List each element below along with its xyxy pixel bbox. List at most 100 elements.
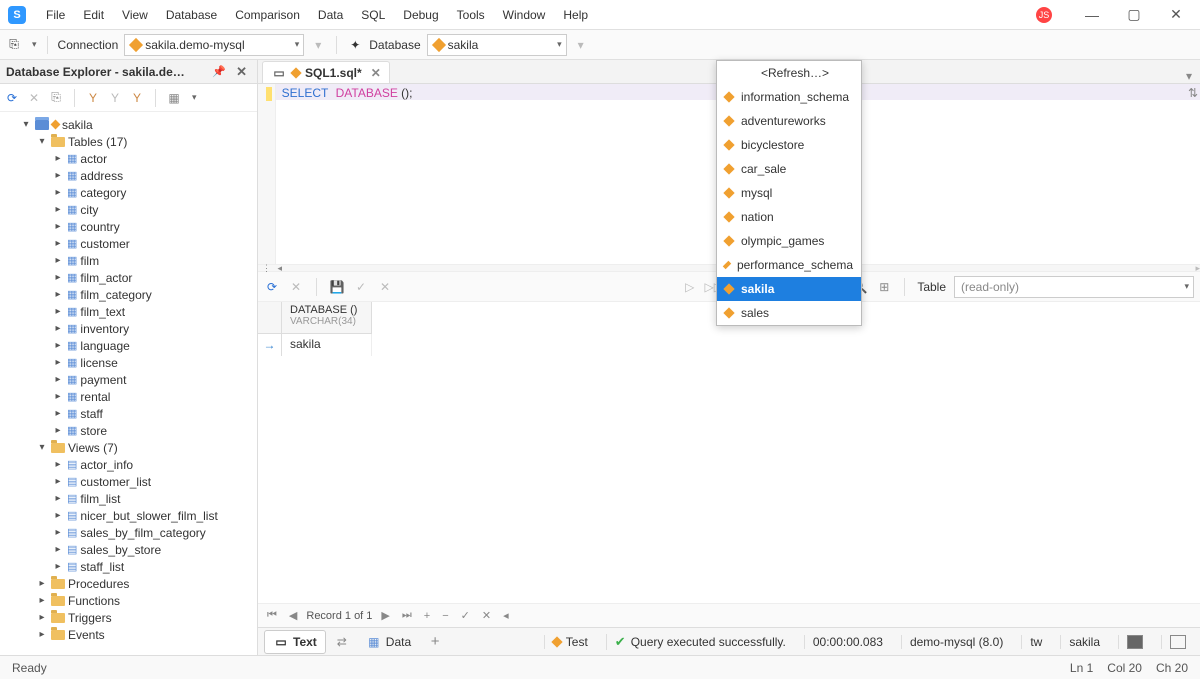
connection-action-icon[interactable]: ▾ [310,37,326,53]
layout-toggle-2[interactable] [1161,635,1194,649]
tree-view-sales_by_film_category[interactable]: ▸▤sales_by_film_category [0,524,257,541]
tree-table-customer[interactable]: ▸▦customer [0,235,257,252]
delete-icon[interactable]: ✕ [26,90,42,106]
reject-icon[interactable]: ✕ [377,279,393,295]
menu-file[interactable]: File [38,4,73,26]
filter-icon[interactable]: Y [85,90,101,106]
tree-table-rental[interactable]: ▸▦rental [0,388,257,405]
tree-table-city[interactable]: ▸▦city [0,201,257,218]
menu-help[interactable]: Help [555,4,596,26]
dropdown-item-adventureworks[interactable]: adventureworks [717,109,861,133]
prev-record-button[interactable]: ◀ [286,609,300,622]
refresh-icon[interactable]: ⟳ [4,90,20,106]
tree-table-film[interactable]: ▸▦film [0,252,257,269]
tree-table-language[interactable]: ▸▦language [0,337,257,354]
tree-view-staff_list[interactable]: ▸▤staff_list [0,558,257,575]
db-tool-icon[interactable]: ✦ [347,37,363,53]
tree-table-payment[interactable]: ▸▦payment [0,371,257,388]
dropdown-item-car_sale[interactable]: car_sale [717,157,861,181]
menu-data[interactable]: Data [310,4,351,26]
dropdown-item-performance_schema[interactable]: performance_schema [717,253,861,277]
tree-table-film_actor[interactable]: ▸▦film_actor [0,269,257,286]
menu-view[interactable]: View [114,4,156,26]
tree-view-film_list[interactable]: ▸▤film_list [0,490,257,507]
next-record-button[interactable]: ▶ [378,609,392,622]
close-button[interactable]: ✕ [1160,3,1192,27]
database-action-icon[interactable]: ▾ [573,37,589,53]
menu-edit[interactable]: Edit [75,4,112,26]
data-tab[interactable]: ▦ Data [358,631,419,653]
layout-dropdown[interactable]: ▾ [192,92,197,103]
tree-table-address[interactable]: ▸▦address [0,167,257,184]
filter3-icon[interactable]: Y [129,90,145,106]
tree-table-store[interactable]: ▸▦store [0,422,257,439]
cell-value[interactable]: sakila [282,334,372,356]
dropdown-item-mysql[interactable]: mysql [717,181,861,205]
text-tab[interactable]: ▭ Text [264,630,326,654]
pin-icon[interactable]: 📌 [212,65,226,78]
database-dropdown[interactable]: <Refresh…>information_schemaadventurewor… [716,60,862,326]
menu-debug[interactable]: Debug [395,4,446,26]
tree-table-actor[interactable]: ▸▦actor [0,150,257,167]
dropdown-item-sales[interactable]: sales [717,301,861,325]
tree-views-folder[interactable]: ▾Views (7) [0,439,257,456]
dropdown-item-nation[interactable]: nation [717,205,861,229]
check-icon[interactable]: ✓ [353,279,369,295]
add-tab-button[interactable]: + [427,634,443,650]
grid-row[interactable]: → sakila [258,334,1200,356]
tree-view-nicer_but_slower_film_list[interactable]: ▸▤nicer_but_slower_film_list [0,507,257,524]
copy-icon[interactable]: ⎘ [48,90,64,106]
close-panel-button[interactable]: ✕ [232,64,251,80]
tree-table-inventory[interactable]: ▸▦inventory [0,320,257,337]
menu-window[interactable]: Window [495,4,554,26]
menu-sql[interactable]: SQL [353,4,393,26]
layout-icon[interactable]: ▦ [166,90,182,106]
cancel-icon[interactable]: ✕ [288,279,304,295]
tree-table-film_text[interactable]: ▸▦film_text [0,303,257,320]
tree-triggers[interactable]: ▸Triggers [0,609,257,626]
link-icon[interactable]: ⊞ [876,279,892,295]
database-combo[interactable]: sakila ▾ [427,34,567,56]
tree-table-license[interactable]: ▸▦license [0,354,257,371]
tree-procedures[interactable]: ▸Procedures [0,575,257,592]
last-record-button[interactable]: ⏭ [399,609,415,622]
tree-events[interactable]: ▸Events [0,626,257,643]
tree-tables-folder[interactable]: ▾Tables (17) [0,133,257,150]
new-sql-icon[interactable]: ⎘ [6,37,22,53]
remove-record-button[interactable]: − [439,610,451,622]
minimize-button[interactable]: — [1076,3,1108,27]
new-sql-dropdown[interactable]: ▾ [32,39,37,50]
tree-view-sales_by_store[interactable]: ▸▤sales_by_store [0,541,257,558]
results-grid[interactable]: DATABASE () VARCHAR(34) → sakila ⏮ ◀ Rec… [258,302,1200,655]
connection-combo[interactable]: sakila.demo-mysql ▾ [124,34,304,56]
layout-toggle[interactable] [1118,635,1151,649]
filter2-icon[interactable]: Y [107,90,123,106]
menu-comparison[interactable]: Comparison [227,4,308,26]
tree-functions[interactable]: ▸Functions [0,592,257,609]
swap-icon[interactable]: ⇄ [334,634,350,650]
rollback-button[interactable]: ✕ [479,609,494,622]
refresh-results-icon[interactable]: ⟳ [264,279,280,295]
explorer-tree[interactable]: ▾ sakila▾Tables (17)▸▦actor▸▦address▸▦ca… [0,112,257,655]
first-record-button[interactable]: ⏮ [264,609,280,622]
dropdown-item-bicyclestore[interactable]: bicyclestore [717,133,861,157]
tree-table-film_category[interactable]: ▸▦film_category [0,286,257,303]
commit-button[interactable]: ✓ [458,609,473,622]
tree-table-category[interactable]: ▸▦category [0,184,257,201]
tab-overflow[interactable]: ▾ [1178,69,1200,83]
tree-view-customer_list[interactable]: ▸▤customer_list [0,473,257,490]
column-header[interactable]: DATABASE () VARCHAR(34) [282,302,372,334]
menu-tools[interactable]: Tools [449,4,493,26]
maximize-button[interactable]: ▢ [1118,3,1150,27]
save-icon[interactable]: 💾 [329,279,345,295]
editor-options-icon[interactable]: ⇅ [1188,86,1198,100]
dropdown-item-sakila[interactable]: sakila [717,277,861,301]
tree-table-staff[interactable]: ▸▦staff [0,405,257,422]
run-icon[interactable]: ▷ [682,279,698,295]
nav-extra[interactable]: ◂ [500,609,512,622]
add-record-button[interactable]: + [421,610,433,622]
sql-tab[interactable]: ▭ SQL1.sql* ✕ [262,61,390,83]
tab-close-button[interactable]: ✕ [371,66,381,80]
tree-database[interactable]: ▾ sakila [0,116,257,133]
menu-database[interactable]: Database [158,4,225,26]
